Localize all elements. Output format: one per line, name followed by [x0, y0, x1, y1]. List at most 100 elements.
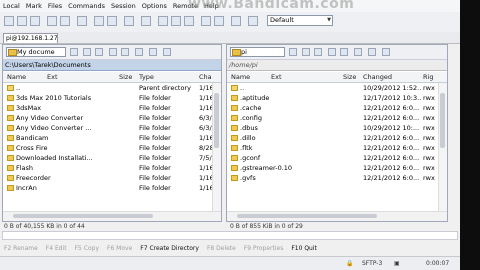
reconnect-icon[interactable]	[124, 16, 134, 26]
preferences-icon[interactable]	[77, 16, 87, 26]
local-horizontal-scrollbar[interactable]	[3, 211, 221, 221]
table-row[interactable]: Cross Fire File folder 8/28	[3, 143, 214, 153]
folder-icon	[8, 49, 17, 56]
table-row[interactable]: .dillo 12/21/2012 6:0... rwx	[227, 133, 439, 143]
col-size[interactable]: Size	[119, 72, 132, 82]
table-row[interactable]: Bandicam File folder 1/16	[3, 133, 214, 143]
view-icon[interactable]	[214, 16, 224, 26]
layout-icon[interactable]	[201, 16, 211, 26]
scroll-thumb[interactable]	[237, 214, 377, 218]
table-row[interactable]: 3dsMax File folder 1/16	[3, 103, 214, 113]
table-row[interactable]: Freecorder File folder 1/16	[3, 173, 214, 183]
col-changed[interactable]: Changed	[363, 72, 392, 82]
table-row[interactable]: .. Parent directory 1/16	[3, 83, 214, 93]
back-icon[interactable]	[83, 48, 91, 56]
menu-options[interactable]: Options	[139, 2, 170, 10]
folder-icon	[231, 115, 238, 121]
folder-icon	[231, 135, 238, 141]
forward-icon[interactable]	[314, 48, 322, 56]
col-changed[interactable]: Cha	[199, 72, 212, 82]
local-vertical-scrollbar[interactable]	[212, 83, 221, 211]
sync-icon[interactable]	[4, 16, 14, 26]
col-ext[interactable]: Ext	[271, 72, 282, 82]
move-button[interactable]: F6 Move	[103, 245, 136, 252]
table-row[interactable]: IncrAn File folder 1/16	[3, 183, 214, 193]
table-row[interactable]: Any Video Converter File folder 6/3/	[3, 113, 213, 123]
table-row[interactable]: .dbus 10/29/2012 10:... rwx	[227, 123, 439, 133]
explore-icon[interactable]	[17, 16, 27, 26]
table-row[interactable]: Any Video Converter ... File folder 6/3/	[3, 123, 213, 133]
parent-folder-icon	[7, 85, 14, 91]
auto-mode-icon[interactable]	[184, 16, 194, 26]
table-row[interactable]: .gconf 12/21/2012 6:0... rwx	[227, 153, 439, 163]
filter-icon[interactable]	[289, 48, 297, 56]
parent-dir-icon[interactable]	[109, 48, 117, 56]
forward-icon[interactable]	[95, 48, 103, 56]
folder-icon	[231, 125, 238, 131]
remote-column-header: Name Ext Size Changed Rig	[227, 72, 447, 83]
scroll-thumb[interactable]	[13, 214, 153, 218]
rename-button[interactable]: F2 Rename	[0, 245, 42, 252]
command-line-input[interactable]	[2, 231, 458, 240]
transfer-settings-dropdown[interactable]: Default ▼	[267, 15, 333, 26]
session-tab[interactable]: pi@192.168.1.27	[3, 33, 58, 43]
queue-icon[interactable]	[47, 16, 57, 26]
save-session-icon[interactable]	[107, 16, 117, 26]
folder-icon	[7, 95, 14, 101]
settings-icon[interactable]	[248, 16, 258, 26]
col-rights[interactable]: Rig	[423, 72, 433, 82]
home-icon[interactable]	[135, 48, 143, 56]
parent-dir-icon[interactable]	[328, 48, 336, 56]
table-row[interactable]: Flash File folder 1/16	[3, 163, 214, 173]
col-ext[interactable]: Ext	[47, 72, 58, 82]
refresh-icon[interactable]	[368, 48, 376, 56]
delete-button[interactable]: F8 Delete	[203, 245, 240, 252]
root-dir-icon[interactable]	[340, 48, 348, 56]
properties-button[interactable]: F9 Properties	[240, 245, 288, 252]
menu-mark[interactable]: Mark	[23, 2, 45, 10]
table-row[interactable]: .cache 12/21/2012 6:0... rwx	[227, 103, 439, 113]
col-type[interactable]: Type	[139, 72, 154, 82]
remote-dir-dropdown[interactable]: pi	[230, 47, 285, 57]
sort-icon[interactable]	[163, 48, 171, 56]
filter-icon[interactable]	[70, 48, 78, 56]
table-row[interactable]: Downloaded Installati... File folder 7/5/	[3, 153, 213, 163]
remote-horizontal-scrollbar[interactable]	[227, 211, 447, 221]
new-session-icon[interactable]	[94, 16, 104, 26]
col-name[interactable]: Name	[231, 72, 250, 82]
quit-button[interactable]: F10 Quit	[287, 245, 321, 252]
table-row[interactable]: .config 12/21/2012 6:0... rwx	[227, 113, 439, 123]
menu-session[interactable]: Session	[108, 2, 139, 10]
remote-vertical-scrollbar[interactable]	[438, 83, 447, 211]
find-icon[interactable]	[382, 48, 390, 56]
binary-icon[interactable]	[158, 16, 168, 26]
compare-icon[interactable]	[30, 16, 40, 26]
table-row[interactable]: .gstreamer-0.10 12/21/2012 6:0... rwx	[227, 163, 439, 173]
copy-button[interactable]: F5 Copy	[71, 245, 103, 252]
menu-commands[interactable]: Commands	[65, 2, 108, 10]
home-icon[interactable]	[354, 48, 362, 56]
menu-local[interactable]: Local	[0, 2, 23, 10]
back-icon[interactable]	[302, 48, 310, 56]
create-directory-button[interactable]: F7 Create Directory	[136, 245, 203, 252]
local-toolbar: My docume	[3, 45, 221, 60]
table-row[interactable]: .fltk 12/21/2012 6:0... rwx	[227, 143, 439, 153]
table-row[interactable]: .aptitude 12/17/2012 10:3... rwx	[227, 93, 439, 103]
scroll-thumb[interactable]	[440, 93, 445, 148]
table-row[interactable]: .. 10/29/2012 1:52... rwx	[227, 83, 439, 93]
edit-button[interactable]: F4 Edit	[42, 245, 71, 252]
local-drive-dropdown[interactable]: My docume	[6, 47, 66, 57]
bookmark-icon[interactable]	[141, 16, 151, 26]
table-row[interactable]: .gvfs 12/21/2012 6:0... rwx	[227, 173, 439, 183]
col-name[interactable]: Name	[7, 72, 26, 82]
scroll-thumb[interactable]	[214, 93, 219, 148]
terminal-icon[interactable]	[60, 16, 70, 26]
transfer-icon[interactable]	[231, 16, 241, 26]
menu-files[interactable]: Files	[45, 2, 65, 10]
col-size[interactable]: Size	[343, 72, 356, 82]
root-dir-icon[interactable]	[121, 48, 129, 56]
text-mode-icon[interactable]	[171, 16, 181, 26]
refresh-icon[interactable]	[149, 48, 157, 56]
table-row[interactable]: 3ds Max 2010 Tutorials File folder 1/16	[3, 93, 214, 103]
session-timer: 0:00:07	[426, 260, 450, 267]
